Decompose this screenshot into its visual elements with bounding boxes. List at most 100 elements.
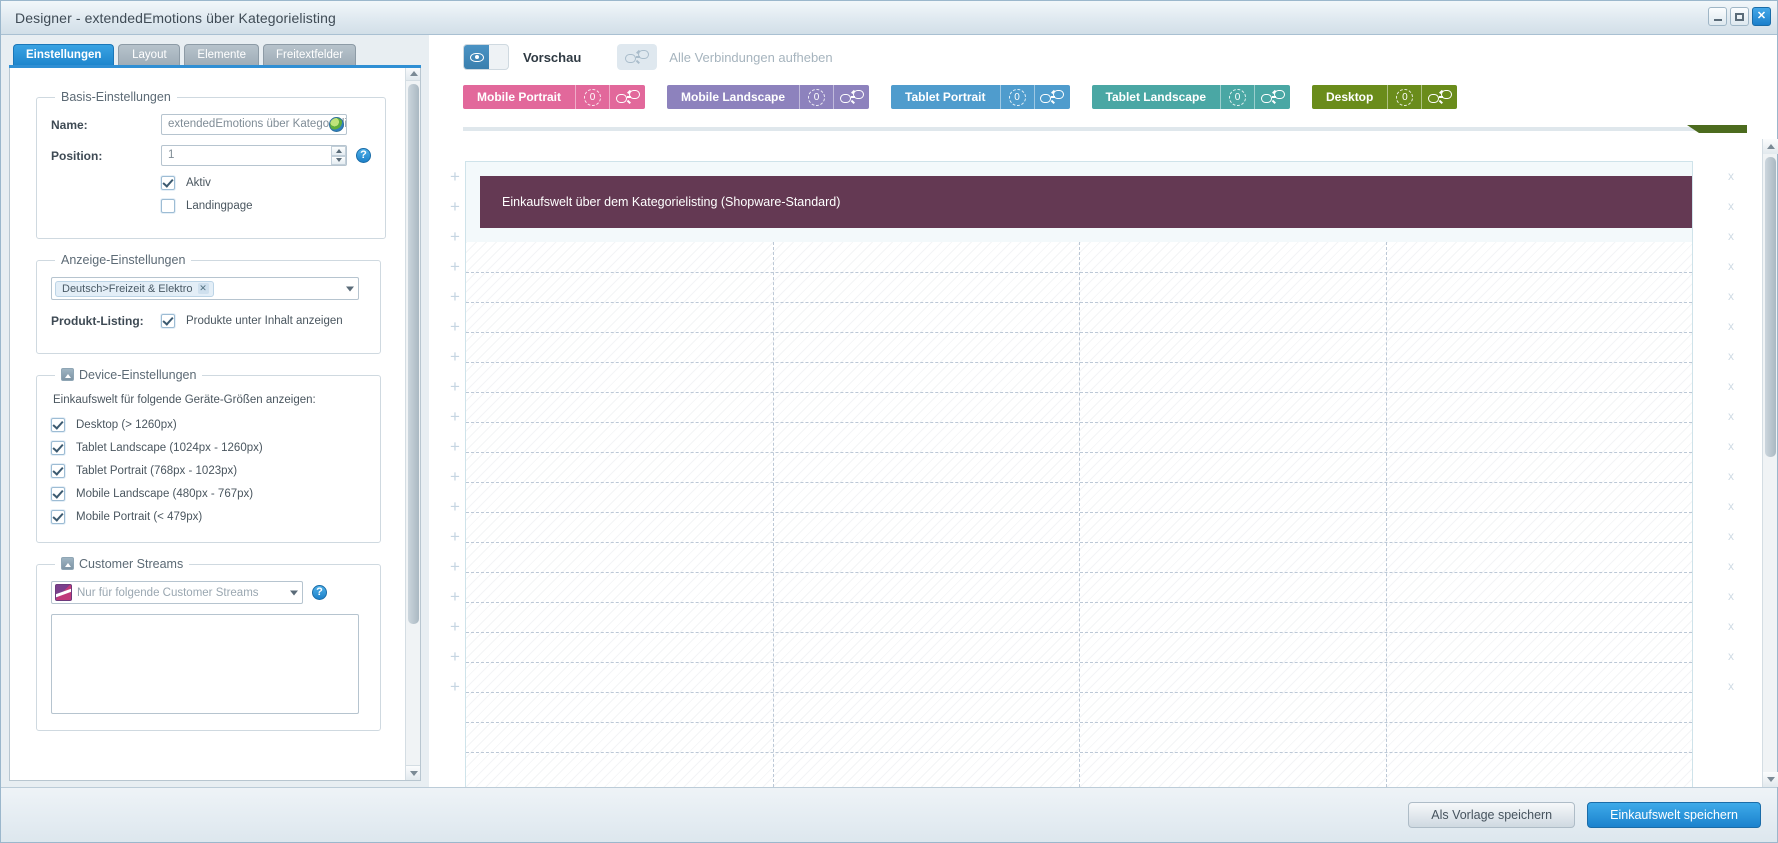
landingpage-checkbox[interactable]: [161, 199, 175, 213]
save-template-button[interactable]: Als Vorlage speichern: [1408, 802, 1576, 828]
delete-row-button[interactable]: x: [1719, 611, 1743, 641]
device-tabs: Mobile Portrait 0 Mobile Landscape 0 Tab…: [429, 79, 1777, 115]
delete-row-button[interactable]: x: [1719, 491, 1743, 521]
stream-icon: [55, 584, 72, 601]
tab-layout[interactable]: Layout: [118, 44, 181, 65]
chevron-up-icon: [335, 148, 342, 153]
position-decrement-button[interactable]: [331, 155, 346, 165]
produkt-listing-checkbox[interactable]: [161, 314, 175, 328]
preview-toggle[interactable]: [463, 44, 509, 70]
add-row-button[interactable]: +: [447, 671, 463, 701]
position-help-icon[interactable]: ?: [356, 148, 371, 163]
device-checkbox-tablet-portrait[interactable]: [51, 464, 65, 478]
category-tag-remove-icon[interactable]: ✕: [197, 283, 209, 294]
device-tab-unlink-tablet-portrait[interactable]: [1033, 85, 1070, 109]
add-row-button[interactable]: +: [447, 551, 463, 581]
device-tab-mobile-portrait[interactable]: Mobile Portrait 0: [463, 85, 646, 109]
name-input[interactable]: extendedEmotions über Kategorielisting: [161, 114, 347, 135]
add-row-button[interactable]: +: [447, 221, 463, 251]
delete-row-button[interactable]: x: [1719, 461, 1743, 491]
add-row-button[interactable]: +: [447, 641, 463, 671]
delete-row-button[interactable]: x: [1719, 371, 1743, 401]
scroll-up-button[interactable]: [406, 66, 420, 81]
scrollbar-thumb[interactable]: [408, 84, 419, 624]
delete-row-button[interactable]: x: [1719, 311, 1743, 341]
delete-row-button[interactable]: x: [1719, 551, 1743, 581]
device-label-tablet-landscape: Tablet Landscape (1024px - 1260px): [76, 442, 263, 454]
customer-streams-combo[interactable]: Nur für folgende Customer Streams: [51, 581, 303, 604]
device-checkbox-desktop[interactable]: [51, 418, 65, 432]
add-row-button[interactable]: +: [447, 281, 463, 311]
device-label-mobile-landscape: Mobile Landscape (480px - 767px): [76, 488, 254, 500]
add-row-button[interactable]: +: [447, 581, 463, 611]
add-row-button[interactable]: +: [447, 371, 463, 401]
add-row-button[interactable]: +: [447, 251, 463, 281]
category-combo-chevron-down-icon[interactable]: [346, 286, 354, 291]
add-row-button[interactable]: +: [447, 311, 463, 341]
designer-scrollbar-thumb[interactable]: [1765, 157, 1776, 457]
customer-streams-help-icon[interactable]: ?: [312, 585, 327, 600]
globe-icon[interactable]: [329, 117, 344, 132]
device-tab-unlink-mobile-landscape[interactable]: [833, 85, 869, 109]
collapse-icon[interactable]: [61, 368, 74, 381]
delete-row-button[interactable]: x: [1719, 281, 1743, 311]
device-tab-count-desktop: 0: [1387, 85, 1421, 109]
device-tab-mobile-landscape[interactable]: Mobile Landscape 0: [667, 85, 870, 109]
delete-row-button[interactable]: x: [1719, 401, 1743, 431]
category-combo[interactable]: Deutsch>Freizeit & Elektro ✕: [51, 277, 359, 300]
delete-row-button[interactable]: x: [1719, 581, 1743, 611]
device-checkbox-tablet-landscape[interactable]: [51, 441, 65, 455]
window-titlebar: Designer - extendedEmotions über Kategor…: [1, 1, 1777, 35]
device-checkbox-mobile-portrait[interactable]: [51, 510, 65, 524]
position-row: Position: 1 ?: [51, 145, 371, 166]
aktiv-checkbox[interactable]: [161, 176, 175, 190]
position-input[interactable]: 1: [161, 145, 347, 166]
add-row-button[interactable]: +: [447, 341, 463, 371]
tab-elemente[interactable]: Elemente: [184, 44, 259, 65]
delete-row-button[interactable]: x: [1719, 161, 1743, 191]
add-row-button[interactable]: +: [447, 461, 463, 491]
delete-row-button[interactable]: x: [1719, 671, 1743, 701]
add-row-button[interactable]: +: [447, 161, 463, 191]
save-emotion-button[interactable]: Einkaufswelt speichern: [1587, 802, 1761, 828]
device-tab-unlink-tablet-landscape[interactable]: [1254, 85, 1290, 109]
collapse-icon-streams[interactable]: [61, 557, 74, 570]
close-button[interactable]: ✕: [1752, 7, 1771, 26]
designer-scrollbar[interactable]: [1762, 139, 1778, 787]
device-tab-unlink-desktop[interactable]: [1421, 85, 1457, 109]
add-row-button[interactable]: +: [447, 611, 463, 641]
add-row-button[interactable]: +: [447, 191, 463, 221]
device-tab-tablet-landscape[interactable]: Tablet Landscape 0: [1091, 85, 1290, 109]
delete-row-button[interactable]: x: [1719, 221, 1743, 251]
device-row-mobile-landscape: Mobile Landscape (480px - 767px): [51, 487, 366, 501]
delete-row-button[interactable]: x: [1719, 341, 1743, 371]
minimize-button[interactable]: [1708, 7, 1727, 26]
customer-streams-chevron-down-icon[interactable]: [290, 590, 298, 595]
add-row-button[interactable]: +: [447, 431, 463, 461]
delete-row-button[interactable]: x: [1719, 191, 1743, 221]
scroll-down-button[interactable]: [406, 765, 420, 780]
add-row-button[interactable]: +: [447, 521, 463, 551]
delete-row-button[interactable]: x: [1719, 431, 1743, 461]
emotion-banner[interactable]: Einkaufswelt über dem Kategorielisting (…: [480, 176, 1692, 228]
landingpage-row: Landingpage: [51, 199, 371, 213]
position-increment-button[interactable]: [331, 146, 346, 156]
tab-einstellungen[interactable]: Einstellungen: [13, 44, 115, 65]
designer-scroll-up-button[interactable]: [1763, 139, 1778, 154]
device-row-mobile-portrait: Mobile Portrait (< 479px): [51, 510, 366, 524]
customer-streams-listbox[interactable]: [51, 614, 359, 714]
maximize-button[interactable]: [1730, 7, 1749, 26]
device-checkbox-mobile-landscape[interactable]: [51, 487, 65, 501]
delete-row-button[interactable]: x: [1719, 521, 1743, 551]
delete-row-button[interactable]: x: [1719, 251, 1743, 281]
tab-freitextfelder[interactable]: Freitextfelder: [263, 44, 357, 65]
delete-row-button[interactable]: x: [1719, 641, 1743, 671]
device-tab-desktop[interactable]: Desktop 0: [1312, 85, 1458, 109]
emotion-grid[interactable]: [466, 242, 1692, 787]
device-tab-unlink-mobile-portrait[interactable]: [609, 85, 645, 109]
add-row-button[interactable]: +: [447, 401, 463, 431]
settings-scrollbar[interactable]: [405, 66, 420, 780]
add-row-button[interactable]: +: [447, 491, 463, 521]
device-tab-tablet-portrait[interactable]: Tablet Portrait 0: [891, 85, 1070, 109]
designer-scroll-down-button[interactable]: [1763, 772, 1778, 787]
